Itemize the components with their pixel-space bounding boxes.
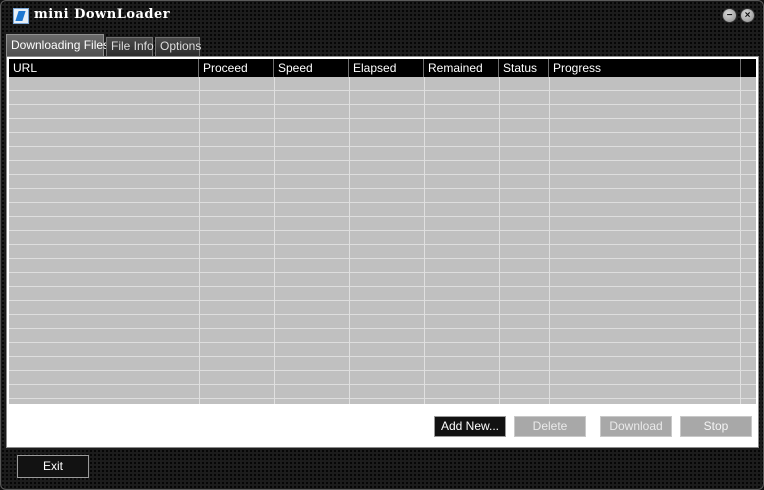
downloads-panel: URL Proceed Speed Elapsed Remained Statu… (6, 56, 759, 448)
window-title: mini DownLoader (34, 7, 171, 22)
app-logo-icon (13, 8, 29, 24)
column-divider (274, 77, 275, 404)
column-header-url[interactable]: URL (9, 59, 199, 77)
column-header-remained[interactable]: Remained (424, 59, 499, 77)
exit-button[interactable]: Exit (17, 455, 89, 478)
main-window: mini DownLoader − × Downloading Files Fi… (0, 0, 764, 490)
column-divider (499, 77, 500, 404)
tab-file-info[interactable]: File Info (106, 37, 154, 56)
column-header-status[interactable]: Status (499, 59, 549, 77)
download-button[interactable]: Download (600, 416, 672, 437)
column-header-proceed[interactable]: Proceed (199, 59, 274, 77)
close-icon[interactable]: × (740, 8, 755, 23)
list-scrollbar-area[interactable] (740, 77, 756, 404)
downloads-list[interactable]: URL Proceed Speed Elapsed Remained Statu… (9, 59, 756, 404)
stop-button[interactable]: Stop (680, 416, 752, 437)
list-header: URL Proceed Speed Elapsed Remained Statu… (9, 59, 756, 77)
title-bar[interactable]: mini DownLoader − × (1, 1, 763, 31)
column-divider (199, 77, 200, 404)
add-new-button[interactable]: Add New... (434, 416, 506, 437)
tab-downloading-files[interactable]: Downloading Files (6, 34, 109, 56)
column-header-progress[interactable]: Progress (549, 59, 741, 77)
column-header-elapsed[interactable]: Elapsed (349, 59, 424, 77)
tab-options[interactable]: Options (155, 37, 201, 56)
column-divider (549, 77, 550, 404)
column-divider (424, 77, 425, 404)
minimize-icon[interactable]: − (722, 8, 737, 23)
column-header-speed[interactable]: Speed (274, 59, 349, 77)
delete-button[interactable]: Delete (514, 416, 586, 437)
column-divider (349, 77, 350, 404)
